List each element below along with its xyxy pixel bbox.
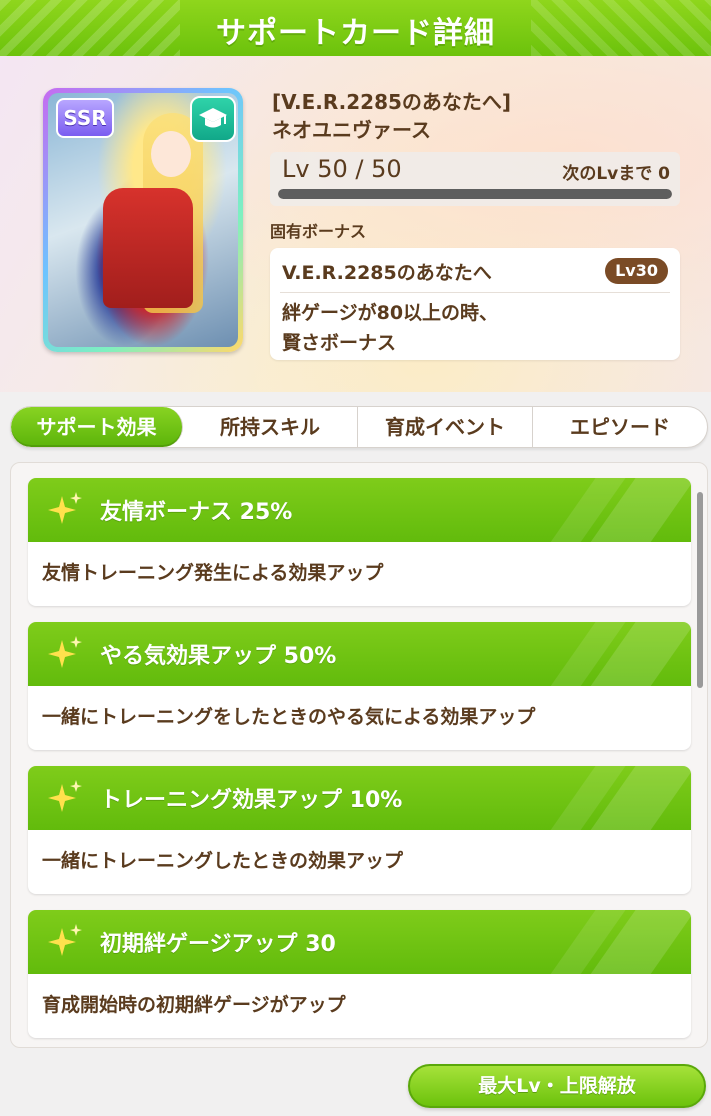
level-panel: Lv 50 / 50 次のLvまで 0: [270, 152, 680, 206]
next-level-text: 次のLvまで 0: [562, 164, 670, 184]
character-face: [151, 131, 191, 177]
tab-skills[interactable]: 所持スキル: [183, 407, 358, 447]
effect-description: 友情トレーニング発生による効果アップ: [42, 562, 384, 584]
character-coat: [103, 188, 193, 308]
level-progress-fill: [278, 189, 672, 199]
tab-training-events[interactable]: 育成イベント: [358, 407, 533, 447]
effect-header: トレーニング効果アップ 10%: [28, 766, 691, 830]
effect-item: やる気効果アップ 50% 一緒にトレーニングをしたときのやる気による効果アップ: [28, 622, 691, 750]
effect-title: 初期絆ゲージアップ 30: [100, 932, 336, 957]
sparkle-icon: [48, 636, 82, 668]
effect-item: トレーニング効果アップ 10% 一緒にトレーニングしたときの効果アップ: [28, 766, 691, 894]
effect-title: 友情ボーナス 25%: [100, 500, 293, 525]
character-name: ネオユニヴァース: [272, 118, 431, 142]
effect-header: 初期絆ゲージアップ 30: [28, 910, 691, 974]
level-text: Lv 50 / 50: [282, 155, 402, 183]
tab-episodes[interactable]: エピソード: [533, 407, 707, 447]
unique-bonus-description-line1: 絆ゲージが80以上の時、: [282, 302, 499, 324]
effect-description: 育成開始時の初期絆ゲージがアップ: [42, 994, 346, 1016]
unique-bonus-description: 絆ゲージが80以上の時、 賢さボーナス: [282, 298, 662, 358]
card-title: [V.E.R.2285のあなたへ]: [272, 90, 512, 114]
unique-bonus-heading: 固有ボーナス: [270, 222, 367, 241]
effect-header: やる気効果アップ 50%: [28, 622, 691, 686]
effect-item: 初期絆ゲージアップ 30 育成開始時の初期絆ゲージがアップ: [28, 910, 691, 1038]
unique-bonus-description-line2: 賢さボーナス: [282, 332, 397, 354]
effect-header: 友情ボーナス 25%: [28, 478, 691, 542]
max-level-limit-break-button[interactable]: 最大Lv・上限解放: [408, 1064, 706, 1108]
unique-bonus-name: V.E.R.2285のあなたへ: [282, 262, 492, 284]
graduation-cap-icon: [190, 96, 236, 142]
header-bar: サポートカード詳細: [0, 0, 711, 56]
tab-bar: サポート効果 所持スキル 育成イベント エピソード: [10, 406, 708, 448]
unique-bonus-panel: V.E.R.2285のあなたへ Lv30 絆ゲージが80以上の時、 賢さボーナス: [270, 248, 680, 360]
sparkle-icon: [48, 492, 82, 524]
effect-title: やる気効果アップ 50%: [100, 644, 337, 669]
sparkle-icon: [48, 780, 82, 812]
effect-description: 一緒にトレーニングしたときの効果アップ: [42, 850, 404, 872]
tab-support-effects[interactable]: サポート効果: [11, 407, 183, 447]
sparkle-icon: [48, 924, 82, 956]
effect-title: トレーニング効果アップ 10%: [100, 788, 403, 813]
effect-item: 友情ボーナス 25% 友情トレーニング発生による効果アップ: [28, 478, 691, 606]
level-progress-bar: [278, 189, 672, 199]
rarity-badge: SSR: [56, 98, 114, 138]
divider: [280, 292, 670, 293]
list-scrollbar[interactable]: [697, 492, 703, 688]
unique-bonus-level-badge: Lv30: [605, 258, 668, 284]
page-title: サポートカード詳細: [216, 16, 495, 51]
effect-description: 一緒にトレーニングをしたときのやる気による効果アップ: [42, 706, 536, 728]
